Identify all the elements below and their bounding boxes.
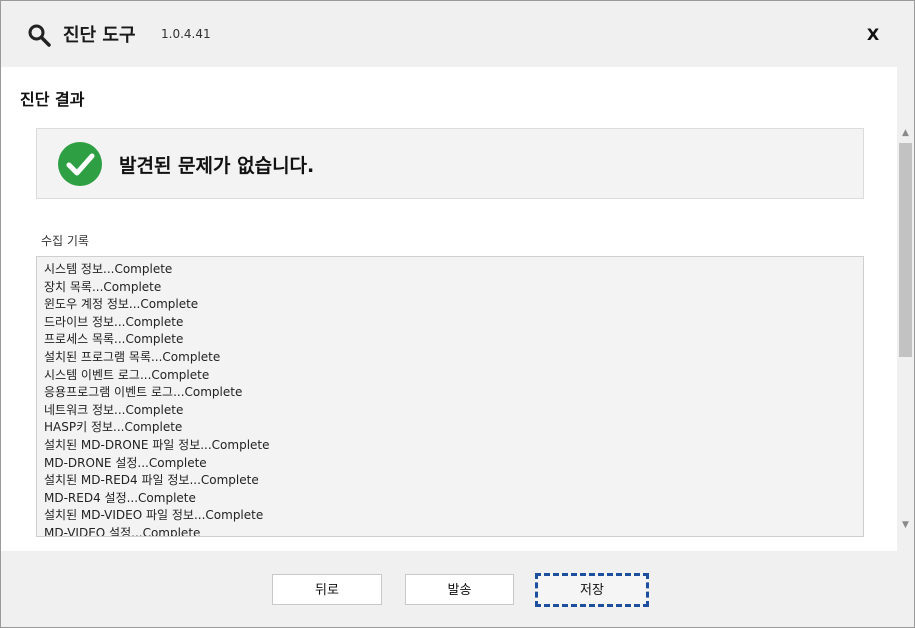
- search-icon: [28, 24, 51, 47]
- content-area: 진단 결과 발견된 문제가 없습니다. 수집 기록 시스템 정보...Compl…: [1, 67, 914, 551]
- log-line: 설치된 MD-VIDEO 파일 정보...Complete: [44, 508, 264, 523]
- send-button[interactable]: 발송: [405, 574, 514, 605]
- close-button[interactable]: X: [859, 21, 887, 49]
- log-line: 설치된 MD-DRONE 파일 정보...Complete: [44, 437, 270, 452]
- window-title: 진단 도구: [63, 25, 136, 46]
- section-title: 진단 결과: [20, 90, 85, 109]
- version-label: 1.0.4.41: [161, 27, 211, 41]
- log-line: 드라이브 정보...Complete: [44, 314, 184, 329]
- log-line: MD-DRONE 설정...Complete: [44, 455, 207, 470]
- log-line: 프로세스 목록...Complete: [44, 332, 184, 347]
- scroll-down-arrow-icon[interactable]: ▼: [897, 517, 914, 534]
- log-line: 응용프로그램 이벤트 로그...Complete: [44, 385, 243, 400]
- result-panel: 발견된 문제가 없습니다.: [36, 128, 864, 199]
- vertical-scrollbar[interactable]: ▲ ▼: [897, 67, 914, 551]
- title-bar: 진단 도구 1.0.4.41 X: [1, 1, 914, 67]
- log-lines: 시스템 정보...Complete 장치 목록...Complete 윈도우 계정 …: [37, 257, 863, 537]
- log-line: MD-RED4 설정...Complete: [44, 490, 196, 505]
- log-list[interactable]: 시스템 정보...Complete 장치 목록...Complete 윈도우 계정 …: [36, 256, 864, 537]
- scroll-up-arrow-icon[interactable]: ▲: [897, 125, 914, 142]
- scroll-thumb[interactable]: [899, 143, 912, 357]
- log-line: 설치된 MD-RED4 파일 정보...Complete: [44, 473, 259, 488]
- result-message: 발견된 문제가 없습니다.: [119, 155, 315, 177]
- save-button[interactable]: 저장: [535, 573, 649, 607]
- footer-bar: 뒤로 발송 저장: [1, 551, 914, 627]
- back-button[interactable]: 뒤로: [272, 574, 382, 605]
- log-line: 시스템 이벤트 로그...Complete: [44, 367, 210, 382]
- log-line: MD-VIDEO 설정...Complete: [44, 525, 201, 537]
- check-circle-icon: [58, 142, 102, 186]
- log-line: 설치된 프로그램 목록...Complete: [44, 349, 221, 364]
- log-label: 수집 기록: [41, 234, 89, 248]
- log-line: 장치 목록...Complete: [44, 279, 162, 294]
- log-line: 시스템 정보...Complete: [44, 262, 173, 276]
- diagnostic-tool-window: 진단 도구 1.0.4.41 X 진단 결과 발견된 문제가 없습니다. 수집 …: [0, 0, 915, 628]
- log-line: 윈도우 계정 정보...Complete: [44, 297, 199, 312]
- log-line: 네트워크 정보...Complete: [44, 402, 184, 417]
- log-line: HASP키 정보...Complete: [44, 420, 183, 435]
